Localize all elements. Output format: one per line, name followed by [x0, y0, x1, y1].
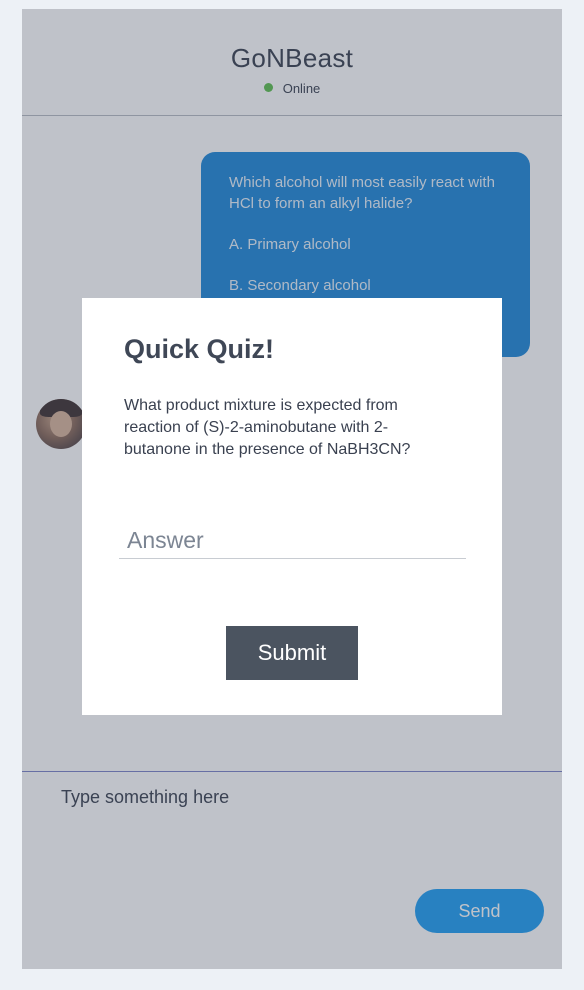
quick-quiz-modal: Quick Quiz! What product mixture is expe…	[82, 298, 502, 715]
quiz-question: What product mixture is expected from re…	[124, 397, 411, 458]
chat-app: GoNBeast Online Which alcohol will most …	[22, 9, 562, 969]
answer-input[interactable]	[119, 523, 466, 559]
submit-button[interactable]: Submit	[226, 626, 358, 680]
quiz-title: Quick Quiz!	[124, 334, 275, 364]
